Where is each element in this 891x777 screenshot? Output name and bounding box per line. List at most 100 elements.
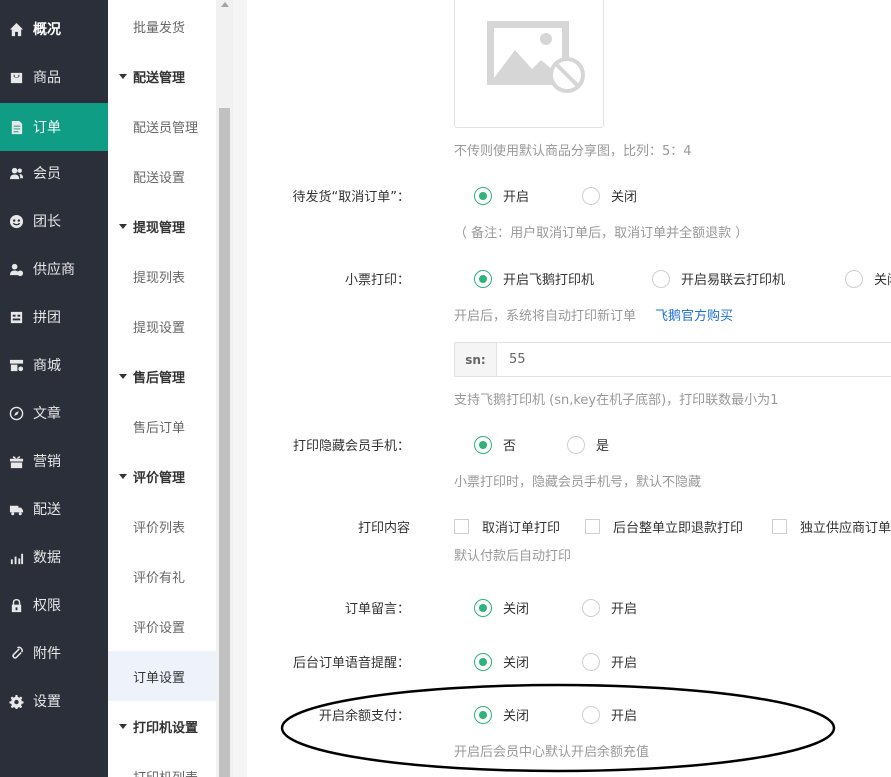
sn-input[interactable] <box>497 343 891 376</box>
checkbox-unchecked-icon <box>772 519 787 534</box>
order-message-off-radio[interactable]: 关闭 <box>474 598 529 617</box>
lock-icon <box>8 597 24 613</box>
print-supplier-order-checkbox[interactable]: 独立供应商订单 <box>772 517 891 536</box>
nav-item-settings[interactable]: 设置 <box>0 677 108 725</box>
truck-icon <box>8 501 24 517</box>
nav-item-overview[interactable]: 概况 <box>0 5 108 53</box>
nav-item-label: 营销 <box>33 454 61 470</box>
radio-checked-icon <box>474 435 492 454</box>
nav-item-leader[interactable]: 团长 <box>0 197 108 245</box>
cancel-pending-on-radio[interactable]: 开启 <box>474 186 529 205</box>
gear-icon <box>8 693 24 709</box>
print-refund-checkbox[interactable]: 后台整单立即退款打印 <box>585 517 743 536</box>
radio-label: 开启 <box>611 709 638 724</box>
radio-unchecked-icon <box>652 269 670 288</box>
radio-label: 开启飞鹅打印机 <box>503 273 595 288</box>
hide-phone-yes-radio[interactable]: 是 <box>567 435 609 454</box>
nav-item-orders[interactable]: 订单 <box>0 103 108 151</box>
caret-down-icon <box>119 473 127 479</box>
sub-item-review-list[interactable]: 评价列表 <box>108 501 216 551</box>
checkbox-label: 取消订单打印 <box>482 521 561 536</box>
voice-alert-off-radio[interactable]: 关闭 <box>474 652 529 671</box>
share-image-upload[interactable] <box>454 0 604 128</box>
receipt-print-yilianyun-radio[interactable]: 开启易联云打印机 <box>652 269 785 288</box>
hide-phone-no-radio[interactable]: 否 <box>474 435 516 454</box>
nav-item-delivery[interactable]: 配送 <box>0 485 108 533</box>
caret-down-icon <box>119 723 127 729</box>
radio-label: 开启 <box>611 602 638 617</box>
nav-item-mall[interactable]: 商城 <box>0 341 108 389</box>
radio-label: 关闭 <box>503 602 530 617</box>
receipt-print-feie-radio[interactable]: 开启飞鹅打印机 <box>474 269 594 288</box>
balance-pay-off-radio[interactable]: 关闭 <box>474 705 529 724</box>
sub-item-label: 配送设置 <box>133 170 186 186</box>
balance-pay-help: 开启后会员中心默认开启余额充值 <box>454 745 650 760</box>
sub-item-aftersale-orders[interactable]: 售后订单 <box>108 401 216 451</box>
scrollbar-thumb[interactable] <box>219 108 230 777</box>
radio-label: 关闭 <box>874 273 891 288</box>
radio-unchecked-icon <box>582 598 600 617</box>
nav-item-label: 权限 <box>33 598 61 614</box>
sub-item-order-settings[interactable]: 订单设置 <box>108 651 216 701</box>
balance-pay-label: 开启余额支付： <box>318 709 410 724</box>
order-message-on-radio[interactable]: 开启 <box>582 598 637 617</box>
nav-item-members[interactable]: 会员 <box>0 149 108 197</box>
group-buy-icon <box>8 309 24 325</box>
caret-down-icon <box>119 73 127 79</box>
sub-group-withdraw[interactable]: 提现管理 <box>108 201 216 251</box>
feie-buy-link[interactable]: 飞鹅官方购买 <box>655 309 733 324</box>
home-icon <box>8 21 24 37</box>
app-root: 概况 商品 订单 会员 团长 供应商 拼团 商城 文章 营销 配送 数据 权限 … <box>0 0 891 777</box>
sub-item-label: 提现列表 <box>133 270 186 286</box>
chart-icon <box>8 549 24 565</box>
sub-item-label: 订单设置 <box>133 670 186 686</box>
nav-item-label: 团长 <box>33 214 61 230</box>
cancel-pending-off-radio[interactable]: 关闭 <box>582 186 637 205</box>
sub-group-printer[interactable]: 打印机设置 <box>108 701 216 751</box>
nav-item-label: 供应商 <box>33 262 75 278</box>
nav-item-goods[interactable]: 商品 <box>0 53 108 101</box>
main-nav: 概况 商品 订单 会员 团长 供应商 拼团 商城 文章 营销 配送 数据 权限 … <box>0 0 108 777</box>
caret-down-icon <box>119 373 127 379</box>
sub-group-label: 打印机设置 <box>133 720 199 736</box>
nav-item-permissions[interactable]: 权限 <box>0 581 108 629</box>
nav-item-article[interactable]: 文章 <box>0 389 108 437</box>
sub-item-label: 评价列表 <box>133 520 186 536</box>
nav-item-data[interactable]: 数据 <box>0 533 108 581</box>
print-cancel-order-checkbox[interactable]: 取消订单打印 <box>454 517 560 536</box>
radio-checked-icon <box>474 269 492 288</box>
radio-label: 关闭 <box>611 190 638 205</box>
nav-item-marketing[interactable]: 营销 <box>0 437 108 485</box>
sub-item-withdraw-settings[interactable]: 提现设置 <box>108 301 216 351</box>
receipt-print-help: 开启后，系统将自动打印新订单 飞鹅官方购买 <box>454 305 733 324</box>
sub-item-label: 提现设置 <box>133 320 186 336</box>
sub-item-printer-list[interactable]: 打印机列表 <box>108 751 216 777</box>
radio-label: 开启 <box>611 656 638 671</box>
paperclip-icon <box>8 645 24 661</box>
nav-item-label: 附件 <box>33 646 61 662</box>
sub-menu-scrollbar[interactable] <box>216 0 233 777</box>
radio-unchecked-icon <box>567 435 585 454</box>
voice-alert-on-radio[interactable]: 开启 <box>582 652 637 671</box>
sub-group-delivery[interactable]: 配送管理 <box>108 51 216 101</box>
radio-unchecked-icon <box>582 186 600 205</box>
sub-item-review-settings[interactable]: 评价设置 <box>108 601 216 651</box>
sub-item-review-gift[interactable]: 评价有礼 <box>108 551 216 601</box>
sub-group-label: 评价管理 <box>133 470 186 486</box>
sub-item-delivery-staff[interactable]: 配送员管理 <box>108 101 216 151</box>
nav-item-supplier[interactable]: 供应商 <box>0 245 108 293</box>
sub-group-review[interactable]: 评价管理 <box>108 451 216 501</box>
checkbox-unchecked-icon <box>585 519 600 534</box>
nav-item-attachments[interactable]: 附件 <box>0 629 108 677</box>
scroll-up-arrow-icon[interactable] <box>221 2 229 7</box>
balance-pay-on-radio[interactable]: 开启 <box>582 705 637 724</box>
radio-checked-icon <box>474 598 492 617</box>
sub-group-aftersale[interactable]: 售后管理 <box>108 351 216 401</box>
order-message-label: 订单留言： <box>344 602 410 617</box>
nav-item-group-buy[interactable]: 拼团 <box>0 293 108 341</box>
order-icon <box>8 119 24 135</box>
sub-item-delivery-settings[interactable]: 配送设置 <box>108 151 216 201</box>
sub-item-batch-ship[interactable]: 批量发货 <box>108 1 216 51</box>
receipt-print-off-radio[interactable]: 关闭 <box>845 269 891 288</box>
sub-item-withdraw-list[interactable]: 提现列表 <box>108 251 216 301</box>
